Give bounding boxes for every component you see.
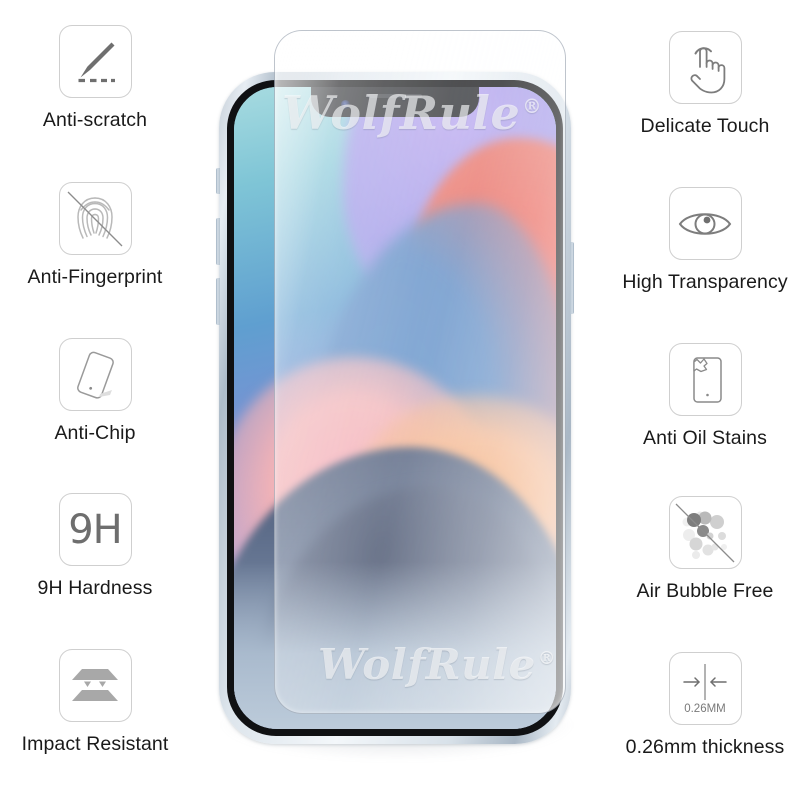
phone-screen bbox=[234, 87, 556, 729]
thickness-caption: 0.26MM bbox=[684, 703, 726, 715]
feature-thickness: 0.26MM 0.26mm thickness bbox=[610, 652, 800, 758]
hardness-9h-icon-box: 9H bbox=[58, 493, 132, 566]
volume-up-button bbox=[216, 218, 220, 265]
feature-anti-oil-stains: Anti Oil Stains bbox=[610, 343, 800, 449]
feature-label: Delicate Touch bbox=[640, 115, 770, 137]
display-notch bbox=[311, 87, 479, 117]
feature-label: Anti-Fingerprint bbox=[27, 266, 163, 288]
front-camera-icon bbox=[341, 100, 350, 109]
feature-label: High Transparency bbox=[622, 271, 788, 293]
high-transparency-icon-box bbox=[668, 187, 742, 260]
feature-label: Anti-Chip bbox=[54, 422, 136, 444]
feature-label: Anti-scratch bbox=[42, 109, 148, 131]
knife-scratch-icon bbox=[78, 42, 115, 82]
thickness-arrows-icon bbox=[683, 663, 727, 700]
delicate-touch-icon-box bbox=[668, 31, 742, 104]
anti-fingerprint-icon-box bbox=[58, 182, 132, 255]
layered-shield-icon bbox=[72, 668, 118, 701]
anti-chip-icon-box bbox=[58, 338, 132, 411]
feature-column-right: Delicate Touch High Transparency Anti Oi… bbox=[610, 0, 800, 800]
wallpaper-bottom-fade bbox=[234, 562, 556, 729]
anti-scratch-icon-box bbox=[58, 25, 132, 98]
feature-high-transparency: High Transparency bbox=[610, 187, 800, 293]
product-infographic: Anti-scratch Anti-Fingerprint Anti-Chip … bbox=[0, 0, 800, 800]
tilted-phone-icon bbox=[77, 351, 114, 399]
feature-label: Anti Oil Stains bbox=[643, 427, 767, 449]
anti-oil-stains-icon-box bbox=[668, 343, 742, 416]
feature-anti-scratch: Anti-scratch bbox=[0, 25, 190, 131]
feature-label: 9H Hardness bbox=[37, 577, 153, 599]
power-button bbox=[570, 242, 574, 314]
thickness-icon-box: 0.26MM bbox=[668, 652, 742, 725]
impact-resistant-icon-box bbox=[58, 649, 132, 722]
earpiece-speaker-icon bbox=[368, 94, 422, 98]
feature-air-bubble-free: Air Bubble Free bbox=[610, 496, 800, 602]
phone-product-image: WolfRule ® WolfRule ® bbox=[190, 0, 610, 800]
touch-hand-icon bbox=[690, 46, 726, 93]
feature-label: Air Bubble Free bbox=[636, 580, 774, 602]
feature-delicate-touch: Delicate Touch bbox=[610, 31, 800, 137]
phone-oil-splash-icon bbox=[693, 356, 722, 403]
air-bubble-free-icon-box bbox=[668, 496, 742, 569]
hardness-9h-icon: 9H bbox=[68, 506, 123, 553]
phone-frame bbox=[216, 72, 574, 744]
phone-bezel bbox=[227, 80, 563, 736]
feature-anti-fingerprint: Anti-Fingerprint bbox=[0, 182, 190, 288]
feature-column-left: Anti-scratch Anti-Fingerprint Anti-Chip … bbox=[0, 0, 190, 800]
volume-down-button bbox=[216, 278, 220, 325]
fingerprint-crossed-icon bbox=[67, 191, 123, 246]
feature-impact-resistant: Impact Resistant bbox=[0, 649, 190, 755]
bubbles-crossed-icon bbox=[675, 503, 735, 562]
silent-switch-button bbox=[216, 168, 220, 194]
feature-label: Impact Resistant bbox=[21, 733, 169, 755]
feature-anti-chip: Anti-Chip bbox=[0, 338, 190, 444]
eye-icon bbox=[678, 212, 732, 235]
feature-label: 0.26mm thickness bbox=[625, 736, 785, 758]
feature-9h-hardness: 9H 9H Hardness bbox=[0, 493, 190, 599]
